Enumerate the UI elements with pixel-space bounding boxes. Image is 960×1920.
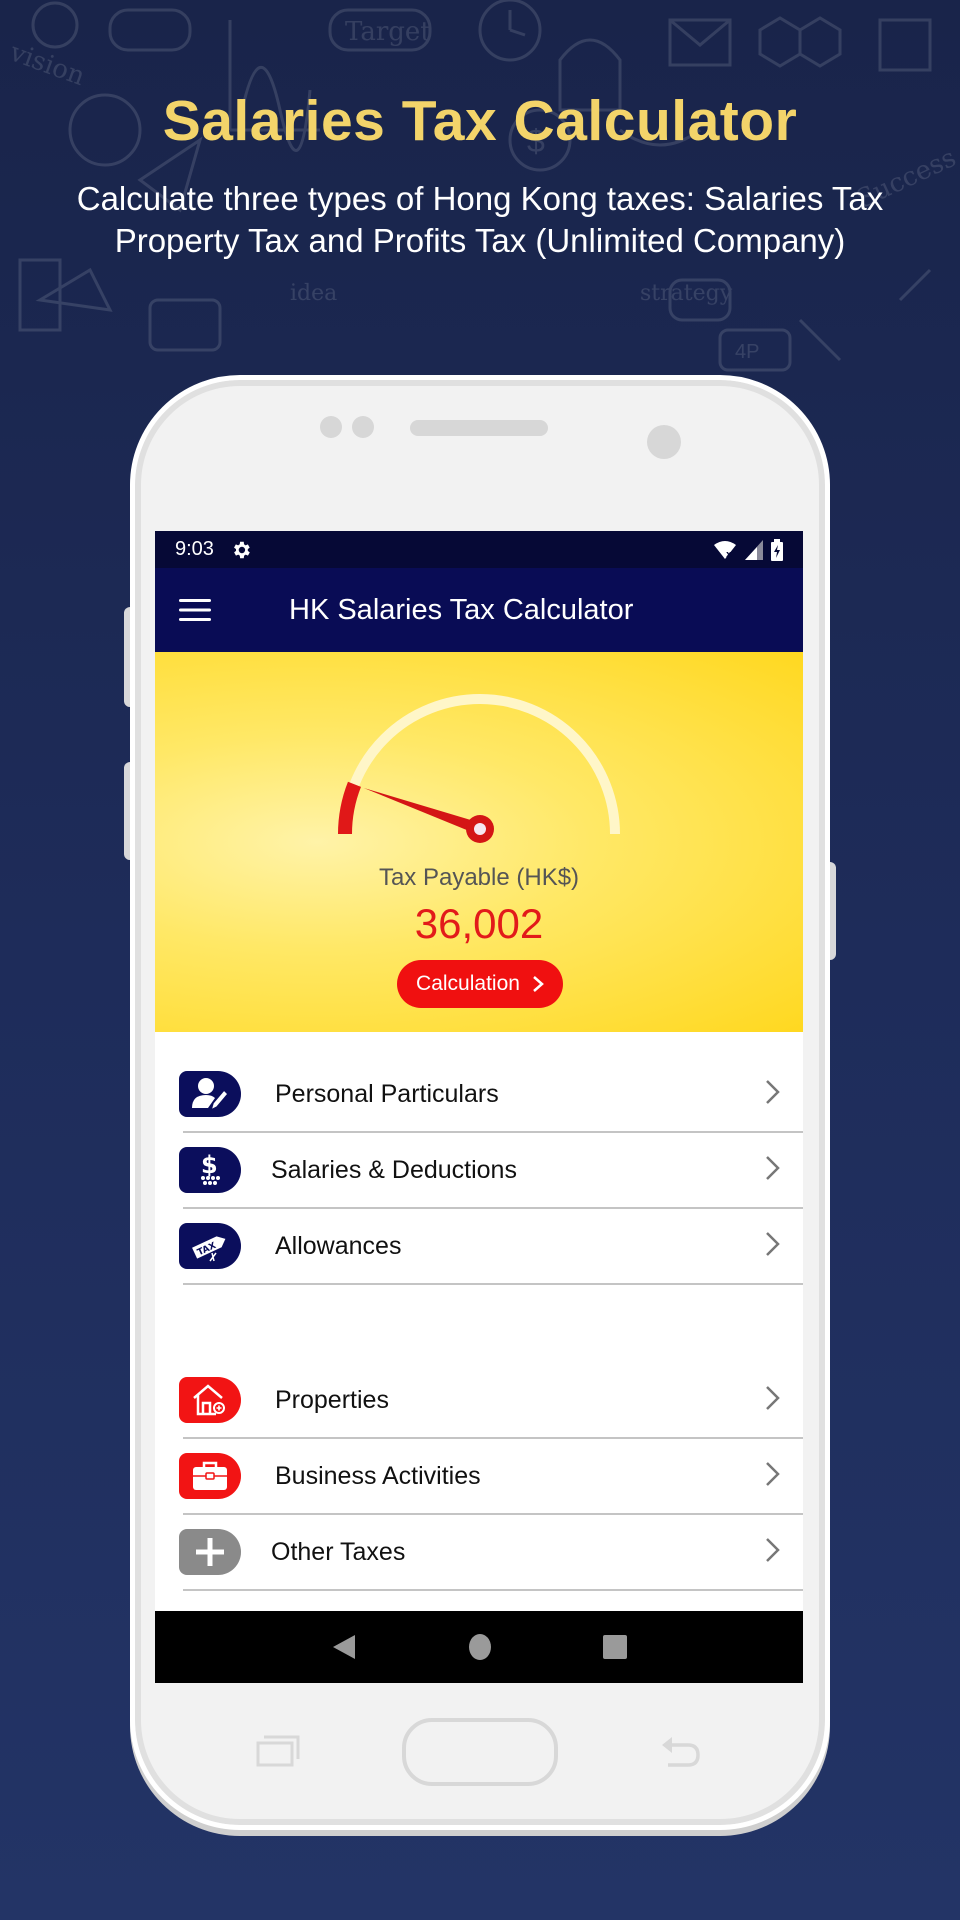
android-nav-bar [155, 1611, 803, 1683]
gauge-track [340, 694, 620, 835]
tax-summary-panel: Tax Payable (HK$) 36,002 Calculation [155, 652, 803, 1032]
promo-subtitle-line1: Calculate three types of Hong Kong taxes… [76, 180, 884, 217]
gauge-hub-center [474, 823, 486, 835]
briefcase-icon [193, 1461, 227, 1490]
person-edit-icon [192, 1078, 230, 1112]
settings-gear-icon [233, 541, 250, 558]
menu-item-salaries-deductions[interactable]: $ Salaries & Deductions [179, 1133, 803, 1209]
app-screen: 9:03 x HK Salaries Tax Calculator Tax Pa… [155, 531, 803, 1683]
wifi-off-icon: x [714, 540, 736, 560]
hw-home-button[interactable] [402, 1718, 558, 1786]
dollar-coins-icon: $ [201, 1151, 220, 1185]
back-icon[interactable] [331, 1633, 357, 1661]
house-icon [193, 1384, 225, 1416]
chevron-right-icon [766, 1156, 780, 1180]
tax-tag-icon: TAX [192, 1236, 226, 1262]
menu-item-label: Salaries & Deductions [271, 1155, 517, 1184]
chevron-right-icon [766, 1538, 780, 1562]
other-tax-menu: Properties Business Activities Other Tax… [155, 1363, 803, 1591]
hw-back-icon [662, 1737, 700, 1767]
menu-item-personal-particulars[interactable]: Personal Particulars [179, 1057, 803, 1133]
svg-text:idea: idea [290, 281, 337, 306]
calculation-button-label: Calculation [416, 972, 520, 995]
chevron-right-icon [766, 1386, 780, 1410]
svg-text:x: x [726, 550, 732, 560]
phone-sensor-dot [352, 416, 374, 438]
home-icon[interactable] [468, 1633, 492, 1661]
promo-subtitle: Calculate three types of Hong Kong taxes… [20, 178, 940, 262]
calculation-button[interactable]: Calculation [397, 960, 563, 1008]
promo-title: Salaries Tax Calculator [162, 89, 798, 153]
menu-item-label: Business Activities [275, 1461, 481, 1490]
chevron-right-icon [533, 976, 544, 992]
tax-payable-value: 36,002 [414, 900, 544, 947]
svg-text:Target: Target [345, 17, 431, 47]
salaries-tax-menu: Personal Particulars $ Salaries & Deduct… [155, 1057, 803, 1285]
app-bar: HK Salaries Tax Calculator [155, 568, 803, 652]
menu-item-other-taxes[interactable]: Other Taxes [179, 1515, 803, 1591]
menu-item-label: Allowances [275, 1231, 402, 1260]
phone-earpiece [410, 420, 548, 436]
svg-text:4P: 4P [735, 341, 759, 363]
plus-icon [196, 1538, 224, 1566]
status-time: 9:03 [175, 538, 214, 560]
menu-item-label: Other Taxes [271, 1537, 406, 1566]
chevron-right-icon [766, 1462, 780, 1486]
status-bar: 9:03 x [155, 531, 803, 568]
chevron-right-icon [766, 1232, 780, 1256]
hamburger-menu-icon [179, 599, 211, 621]
recents-icon[interactable] [603, 1634, 628, 1660]
phone-front-camera [647, 425, 681, 459]
chevron-right-icon [766, 1080, 780, 1104]
svg-text:strategy: strategy [640, 281, 733, 306]
menu-item-allowances[interactable]: TAX Allowances [179, 1209, 803, 1285]
gauge-fill [338, 781, 362, 835]
promo-subtitle-line2: Property Tax and Profits Tax (Unlimited … [114, 222, 846, 259]
phone-sensor-dot [320, 416, 342, 438]
menu-item-label: Properties [275, 1385, 389, 1414]
menu-item-label: Personal Particulars [275, 1079, 499, 1108]
gauge-needle [363, 787, 482, 835]
menu-item-properties[interactable]: Properties [179, 1363, 803, 1439]
signal-icon [745, 539, 763, 560]
app-title: HK Salaries Tax Calculator [289, 593, 634, 626]
battery-charging-icon [771, 538, 783, 561]
tax-gauge [338, 694, 620, 843]
menu-item-business-activities[interactable]: Business Activities [179, 1439, 803, 1515]
tax-payable-label: Tax Payable (HK$) [378, 864, 580, 891]
hw-recents-icon [256, 1735, 300, 1767]
menu-button[interactable] [155, 568, 235, 652]
svg-text:$: $ [201, 1151, 218, 1179]
